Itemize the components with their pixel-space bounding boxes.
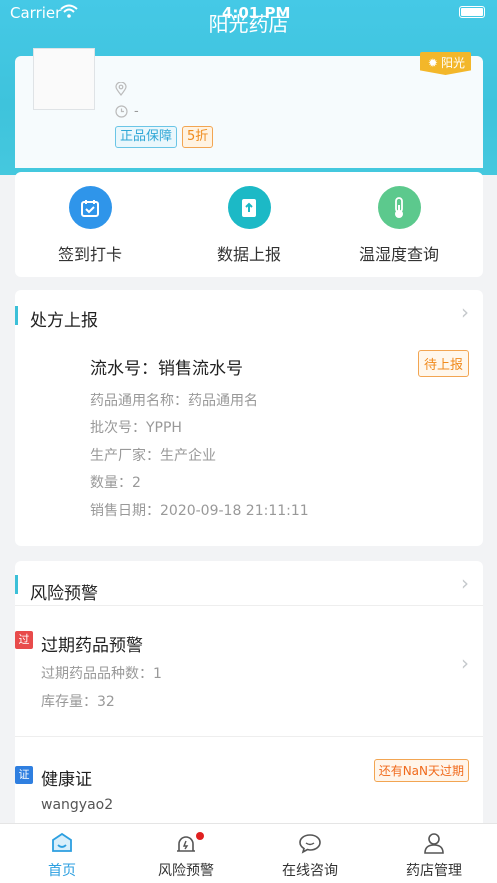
checkin-label: 签到打卡 xyxy=(57,245,122,264)
store-card[interactable]: ✹ 阳光 - 正品保障 5折 xyxy=(15,48,483,168)
store-badge: ✹ 阳光 xyxy=(419,52,471,75)
sun-icon: ✹ xyxy=(427,56,438,70)
store-logo xyxy=(33,48,95,110)
batch-number: 批次号：YPPH xyxy=(90,420,182,436)
drug-name: 药品通用名称：药品通用名 xyxy=(90,393,258,409)
expired-stock: 库存量：32 xyxy=(41,694,115,710)
risk-title: 风险预警 xyxy=(30,584,98,604)
tab-home-label: 首页 xyxy=(48,863,76,879)
expire-badge: 还有NaN天过期 xyxy=(373,759,469,782)
prescription-title: 处方上报 xyxy=(30,311,98,331)
temp-humidity-label: 温湿度查询 xyxy=(358,245,439,264)
checkin-button[interactable]: 签到打卡 xyxy=(15,186,165,265)
user-icon xyxy=(372,830,496,856)
tab-risk-label: 风险预警 xyxy=(158,863,214,879)
location-pin-icon xyxy=(115,81,127,96)
store-tags: 正品保障 5折 xyxy=(115,126,214,148)
divider xyxy=(15,605,483,606)
expired-title: 过期药品预警 xyxy=(41,636,143,656)
health-cert-title: 健康证 xyxy=(41,770,92,790)
chevron-right-icon: › xyxy=(461,571,469,595)
manufacturer: 生产厂家：生产企业 xyxy=(90,448,216,464)
tab-consult[interactable]: 在线咨询 xyxy=(248,830,372,880)
tab-consult-label: 在线咨询 xyxy=(282,863,338,879)
cert-badge: 证 xyxy=(15,766,33,784)
serial-number: 流水号：销售流水号 xyxy=(90,359,243,379)
tag-genuine: 正品保障 xyxy=(115,126,178,148)
tab-store-manage[interactable]: 药店管理 xyxy=(372,830,496,880)
prescription-header[interactable]: 处方上报 › xyxy=(15,290,483,344)
section-accent-bar xyxy=(15,575,18,594)
upload-doc-icon xyxy=(227,186,271,229)
employee-name: wangyao2 xyxy=(41,797,114,813)
calendar-check-icon xyxy=(68,186,112,229)
tab-bar: 首页 风险预警 在线咨询 药店管理 xyxy=(0,823,497,883)
chevron-right-icon: › xyxy=(461,300,469,324)
clock-icon xyxy=(115,105,128,118)
notification-dot xyxy=(196,832,204,840)
tab-risk[interactable]: 风险预警 xyxy=(124,830,248,880)
section-accent-bar xyxy=(15,306,18,325)
divider xyxy=(15,736,483,737)
tag-discount: 5折 xyxy=(182,126,214,148)
alarm-icon xyxy=(124,830,248,856)
store-location xyxy=(115,81,127,100)
risk-header[interactable]: 风险预警 › xyxy=(15,561,483,615)
quick-actions: 签到打卡 数据上报 温湿度查询 xyxy=(15,172,483,277)
tab-store-manage-label: 药店管理 xyxy=(406,863,462,879)
store-hours: - xyxy=(115,104,139,119)
tab-home[interactable]: 首页 xyxy=(0,830,124,880)
data-report-button[interactable]: 数据上报 xyxy=(174,186,324,265)
data-report-label: 数据上报 xyxy=(216,245,281,264)
quantity: 数量：2 xyxy=(90,475,141,491)
chevron-right-icon: › xyxy=(461,651,469,675)
thermometer-icon xyxy=(377,186,421,229)
expired-badge: 过 xyxy=(15,631,33,649)
temp-humidity-button[interactable]: 温湿度查询 xyxy=(324,186,474,265)
chat-bubble-icon xyxy=(248,830,372,856)
page-title: 阳光药店 xyxy=(208,12,289,36)
prescription-card: 处方上报 › 流水号：销售流水号 待上报 药品通用名称：药品通用名 批次号：YP… xyxy=(15,290,483,546)
risk-card: 风险预警 › 过 过期药品预警 过期药品品种数：1 库存量：32 › 证 健康证… xyxy=(15,561,483,831)
status-badge: 待上报 xyxy=(417,350,469,377)
home-icon xyxy=(0,830,124,856)
expired-variety-count: 过期药品品种数：1 xyxy=(41,666,162,682)
sale-date: 销售日期：2020-09-18 21:11:11 xyxy=(90,503,309,519)
